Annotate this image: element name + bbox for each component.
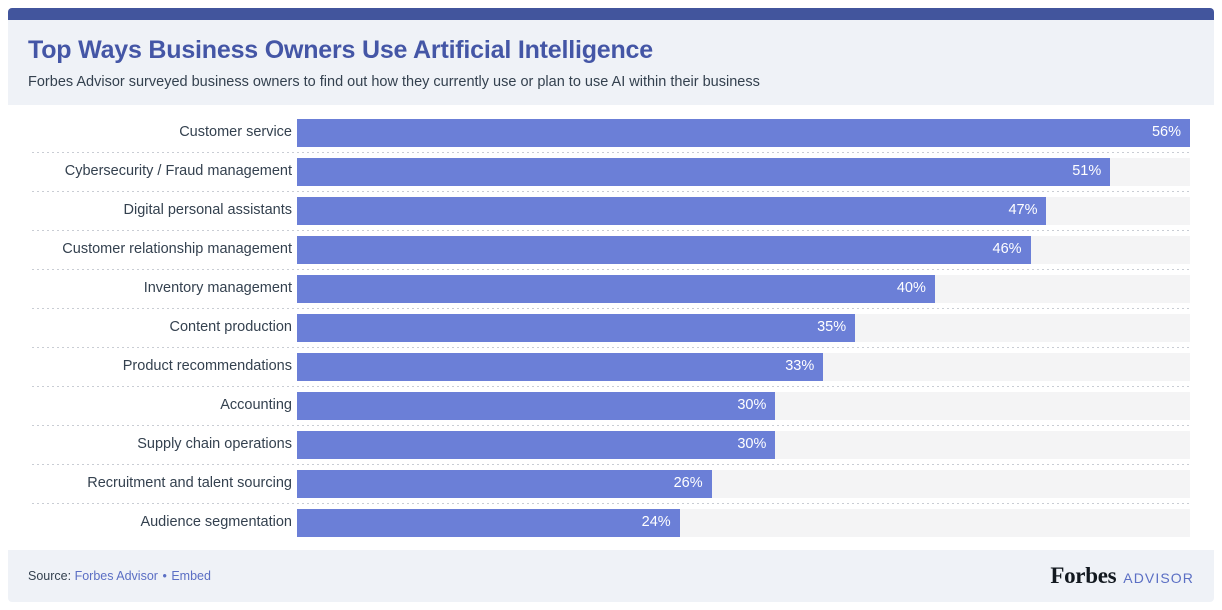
chart-card: Top Ways Business Owners Use Artificial … (8, 8, 1214, 602)
bar-track: 30% (297, 391, 1190, 420)
bar-row: Audience segmentation 24% (32, 503, 1190, 542)
bar-fill[interactable]: 33% (297, 352, 824, 381)
bar-value-label: 33% (785, 358, 815, 375)
bar-row: Customer relationship management 46% (32, 230, 1190, 269)
bar-value-label: 56% (1151, 124, 1181, 141)
bar-category-label: Supply chain operations (137, 436, 292, 453)
brand-forbes-wordmark: Forbes (1050, 563, 1117, 588)
bar-fill[interactable]: 46% (297, 235, 1031, 264)
chart-footer: Source: Forbes Advisor • Embed Forbes AD… (8, 550, 1214, 602)
bar-category-label: Digital personal assistants (123, 202, 292, 219)
bar-chart: Customer service 56% Cybersecurity / Fraud… (8, 105, 1214, 550)
bar-category-label: Inventory management (143, 280, 292, 297)
bar-category-label: Product recommendations (122, 358, 292, 375)
bar-value-label: 30% (737, 397, 767, 414)
bar-category-label: Cybersecurity / Fraud management (64, 163, 292, 180)
bar-category-label: Customer service (179, 124, 292, 141)
source-prefix: Source: (28, 569, 72, 583)
bar-fill[interactable]: 24% (297, 508, 680, 537)
bar-fill[interactable]: 30% (297, 391, 776, 420)
bar-track: 56% (297, 118, 1190, 147)
bar-category-label: Audience segmentation (140, 514, 292, 531)
bar-category-label: Accounting (220, 397, 292, 414)
bar-row: Product recommendations 33% (32, 347, 1190, 386)
bar-row: Content production 35% (32, 308, 1190, 347)
bar-row: Accounting 30% (32, 386, 1190, 425)
bar-track: 33% (297, 352, 1190, 381)
bar-value-label: 51% (1072, 163, 1102, 180)
bar-value-label: 47% (1008, 202, 1038, 219)
bar-category-label: Customer relationship management (62, 241, 292, 258)
bar-value-label: 24% (641, 514, 671, 531)
bar-fill[interactable]: 26% (297, 469, 712, 498)
bar-track: 26% (297, 469, 1190, 498)
source-link-forbes-advisor[interactable]: Forbes Advisor (75, 569, 158, 583)
bar-track: 46% (297, 235, 1190, 264)
page-subtitle: Forbes Advisor surveyed business owners … (28, 73, 760, 90)
source-link-embed[interactable]: Embed (171, 569, 211, 583)
bar-row: Digital personal assistants 47% (32, 191, 1190, 230)
chart-page: Top Ways Business Owners Use Artificial … (0, 0, 1222, 610)
bar-category-label: Content production (169, 319, 292, 336)
bar-category-label: Recruitment and talent sourcing (87, 475, 292, 492)
source-separator: • (162, 569, 167, 583)
bar-value-label: 40% (896, 280, 926, 297)
bar-value-label: 35% (817, 319, 847, 336)
forbes-advisor-logo: Forbes ADVISOR (1050, 563, 1194, 589)
bar-fill[interactable]: 30% (297, 430, 776, 459)
bar-track: 51% (297, 157, 1190, 186)
top-accent-rule (8, 8, 1214, 20)
bar-row: Inventory management 40% (32, 269, 1190, 308)
bar-fill[interactable]: 35% (297, 313, 856, 342)
bar-fill[interactable]: 47% (297, 196, 1047, 225)
bar-track: 24% (297, 508, 1190, 537)
bar-fill[interactable]: 56% (297, 118, 1190, 147)
brand-advisor-wordmark: ADVISOR (1123, 570, 1194, 586)
bar-row: Customer service 56% (32, 113, 1190, 152)
chart-header: Top Ways Business Owners Use Artificial … (8, 20, 1214, 106)
bar-row: Cybersecurity / Fraud management 51% (32, 152, 1190, 191)
page-title: Top Ways Business Owners Use Artificial … (28, 36, 653, 64)
bar-row: Recruitment and talent sourcing 26% (32, 464, 1190, 503)
bar-fill[interactable]: 40% (297, 274, 935, 303)
bar-track: 30% (297, 430, 1190, 459)
bar-row: Supply chain operations 30% (32, 425, 1190, 464)
bar-fill[interactable]: 51% (297, 157, 1111, 186)
bar-track: 35% (297, 313, 1190, 342)
bar-track: 40% (297, 274, 1190, 303)
bar-value-label: 26% (673, 475, 703, 492)
bar-value-label: 30% (737, 436, 767, 453)
bar-track: 47% (297, 196, 1190, 225)
bar-value-label: 46% (992, 241, 1022, 258)
source-note: Source: Forbes Advisor • Embed (28, 569, 211, 583)
